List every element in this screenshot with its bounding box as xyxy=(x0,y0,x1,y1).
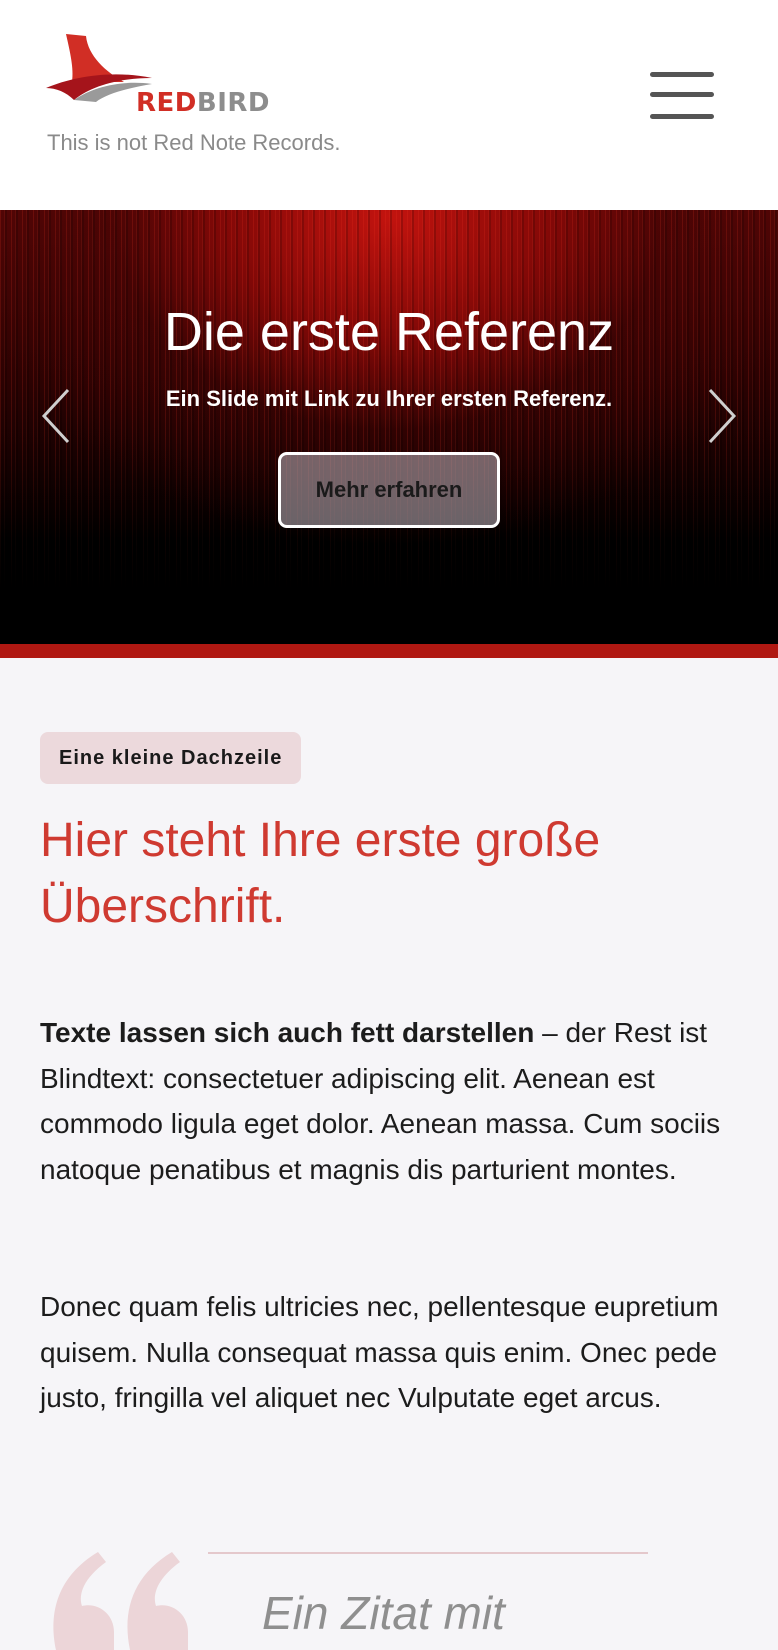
quote-mark-icon xyxy=(53,1552,188,1650)
logo[interactable]: REDBIRD xyxy=(44,32,274,122)
logo-word-grey: BIRD xyxy=(196,88,270,118)
main-content: Eine kleine Dachzeile Hier steht Ihre er… xyxy=(0,658,778,1650)
kicker-badge: Eine kleine Dachzeile xyxy=(40,732,302,784)
hero-slider: Die erste Referenz Ein Slide mit Link zu… xyxy=(0,176,778,646)
quote-text: Ein Zitat mit xyxy=(262,1587,505,1639)
chevron-right-icon[interactable] xyxy=(700,386,740,446)
hero-accent-bar xyxy=(0,644,778,658)
logo-word-red: RED xyxy=(136,88,197,118)
logo-wordmark: REDBIRD xyxy=(136,88,270,118)
paragraph-1: Texte lassen sich auch fett darstellen –… xyxy=(40,1010,740,1192)
header-curve xyxy=(0,176,778,200)
hamburger-menu-icon[interactable] xyxy=(648,70,716,122)
chevron-left-icon[interactable] xyxy=(38,386,78,446)
hero-title: Die erste Referenz xyxy=(163,302,615,362)
tagline: This is not Red Note Records. xyxy=(47,130,341,155)
paragraph-2: Donec quam felis ultricies nec, pellente… xyxy=(40,1291,719,1413)
hero-more-button[interactable]: Mehr erfahren xyxy=(278,452,500,528)
section-headline: Hier steht Ihre erste große Überschrift. xyxy=(40,814,601,933)
hero-subtitle: Ein Slide mit Link zu Ihrer ersten Refer… xyxy=(165,386,613,411)
paragraph-1-bold: Texte lassen sich auch fett darstellen xyxy=(40,1017,535,1048)
quote-divider xyxy=(208,1552,648,1554)
